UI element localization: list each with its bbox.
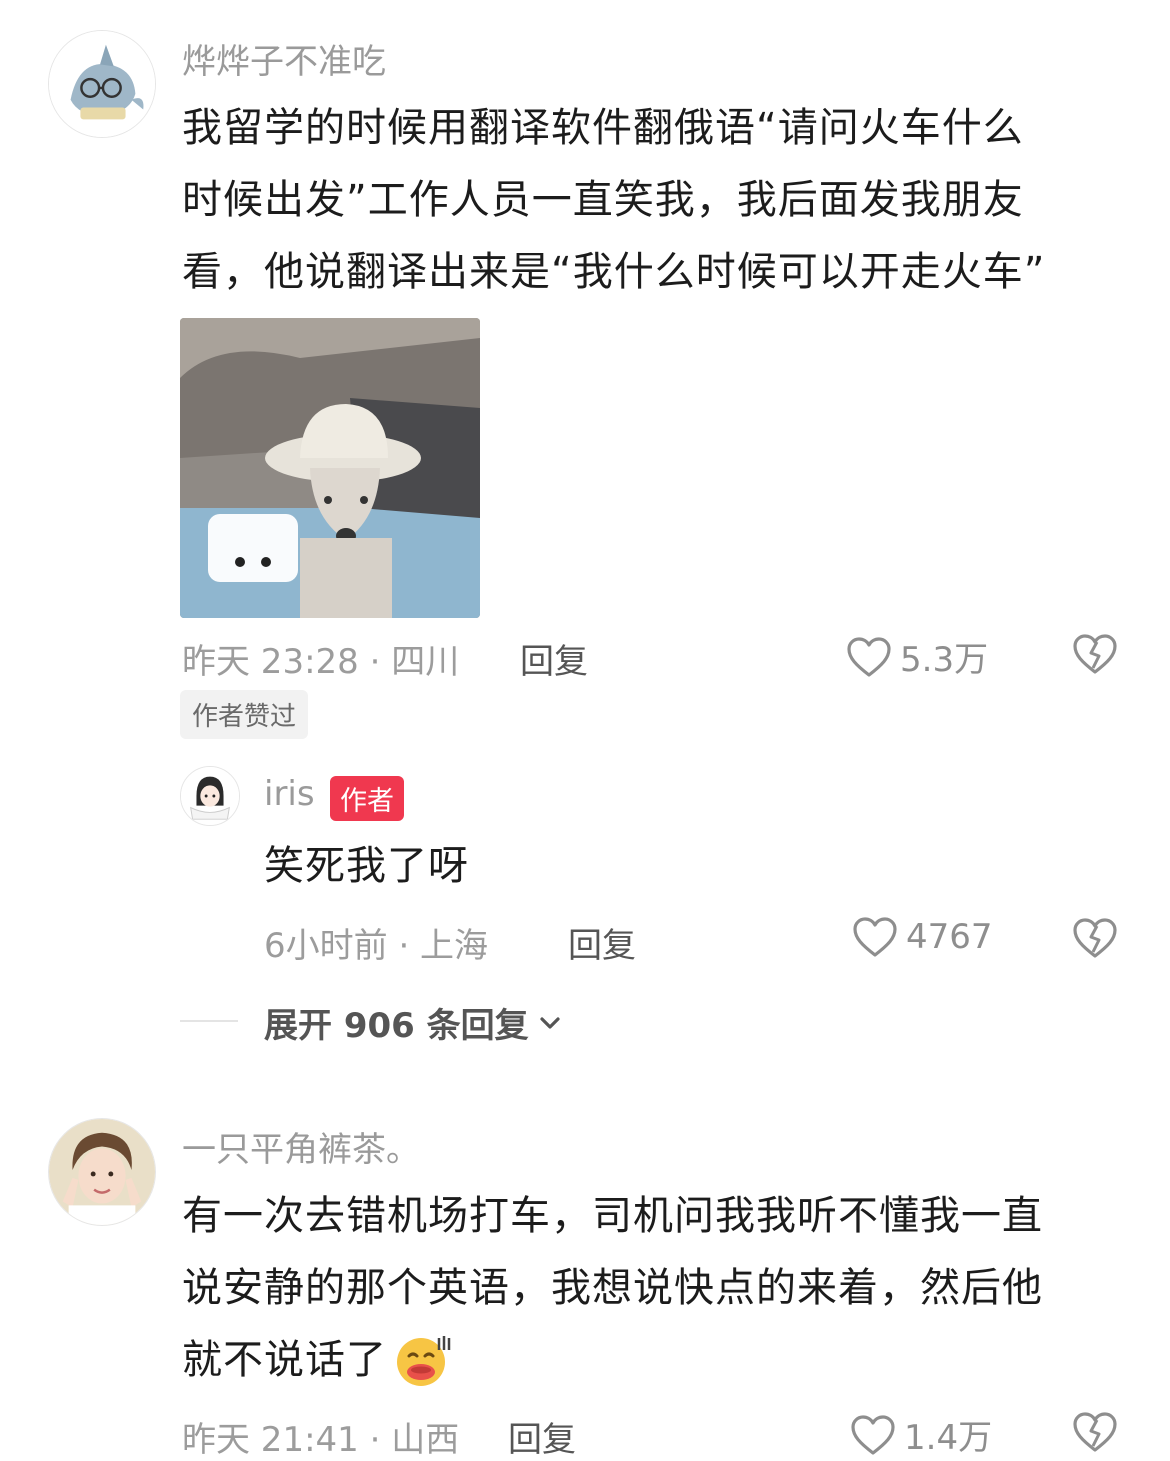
broken-heart-icon xyxy=(1073,1412,1117,1452)
reply-meta: 6小时前 · 上海 xyxy=(264,926,489,966)
like-button[interactable]: 5.3万 xyxy=(846,632,988,681)
like-count: 1.4万 xyxy=(904,1418,993,1458)
user-avatar[interactable] xyxy=(180,766,240,826)
girl-cartoon-icon xyxy=(181,767,239,825)
author-tag: 作者 xyxy=(330,776,404,821)
reply-content: 笑死我了呀 xyxy=(264,843,469,889)
content-line: 就不说话了 xyxy=(182,1337,387,1383)
content-line: 看，他说翻译出来是“我什么时候可以开走火车” xyxy=(182,249,1046,295)
heart-icon xyxy=(851,1414,895,1455)
expand-replies-label: 展开 906 条回复 xyxy=(264,1006,529,1046)
comment-content: 我留学的时候用翻译软件翻俄语“请问火车什么 时候出发”工作人员一直笑我，我后面发… xyxy=(182,92,1142,308)
author-liked-badge: 作者赞过 xyxy=(180,690,309,739)
content-line: 时候出发”工作人员一直笑我，我后面发我朋友 xyxy=(182,177,1024,223)
content-line: 我留学的时候用翻译软件翻俄语“请问火车什么 xyxy=(182,105,1024,151)
like-count: 5.3万 xyxy=(900,640,989,680)
username[interactable]: 烨烨子不准吃 xyxy=(182,34,386,83)
chevron-down-icon xyxy=(540,1016,560,1029)
content-line: 有一次去错机场打车，司机问我我听不懂我一直 xyxy=(182,1193,1043,1239)
reply-button[interactable]: 回复 xyxy=(568,918,636,967)
reply-button[interactable]: 回复 xyxy=(520,634,588,683)
content-line-with-emoji: 就不说话了 xyxy=(182,1324,1142,1396)
shark-plush-icon xyxy=(49,31,155,137)
dog-in-hat-icon xyxy=(180,318,480,618)
like-button[interactable]: 4767 xyxy=(852,916,993,958)
like-button[interactable]: 1.4万 xyxy=(850,1410,992,1459)
username[interactable]: iris xyxy=(264,774,315,814)
comment-meta: 昨天 21:41 · 山西 xyxy=(182,1420,460,1460)
laughing-sweat-emoji-icon xyxy=(397,1336,451,1386)
heart-icon xyxy=(847,636,891,677)
username[interactable]: 一只平角裤茶。 xyxy=(182,1122,420,1171)
like-count: 4767 xyxy=(906,917,993,957)
dislike-button[interactable] xyxy=(1072,916,1118,964)
broken-heart-icon xyxy=(1073,918,1117,958)
comment-image[interactable] xyxy=(180,318,480,618)
comment-content: 有一次去错机场打车，司机问我我听不懂我一直 说安静的那个英语，我想说快点的来着，… xyxy=(182,1180,1142,1396)
reply-button[interactable]: 回复 xyxy=(508,1412,576,1461)
user-avatar[interactable] xyxy=(48,1118,156,1226)
dislike-button[interactable] xyxy=(1072,632,1118,680)
broken-heart-icon xyxy=(1073,634,1117,674)
user-avatar[interactable] xyxy=(48,30,156,138)
comment-meta: 昨天 23:28 · 四川 xyxy=(182,642,460,682)
person-peace-sign-icon xyxy=(49,1119,155,1225)
heart-icon xyxy=(853,917,897,957)
dislike-button[interactable] xyxy=(1072,1410,1118,1458)
expand-replies-button[interactable]: 展开 906 条回复 xyxy=(264,998,563,1047)
content-line: 说安静的那个英语，我想说快点的来着，然后他 xyxy=(182,1265,1043,1311)
divider xyxy=(180,1020,238,1022)
